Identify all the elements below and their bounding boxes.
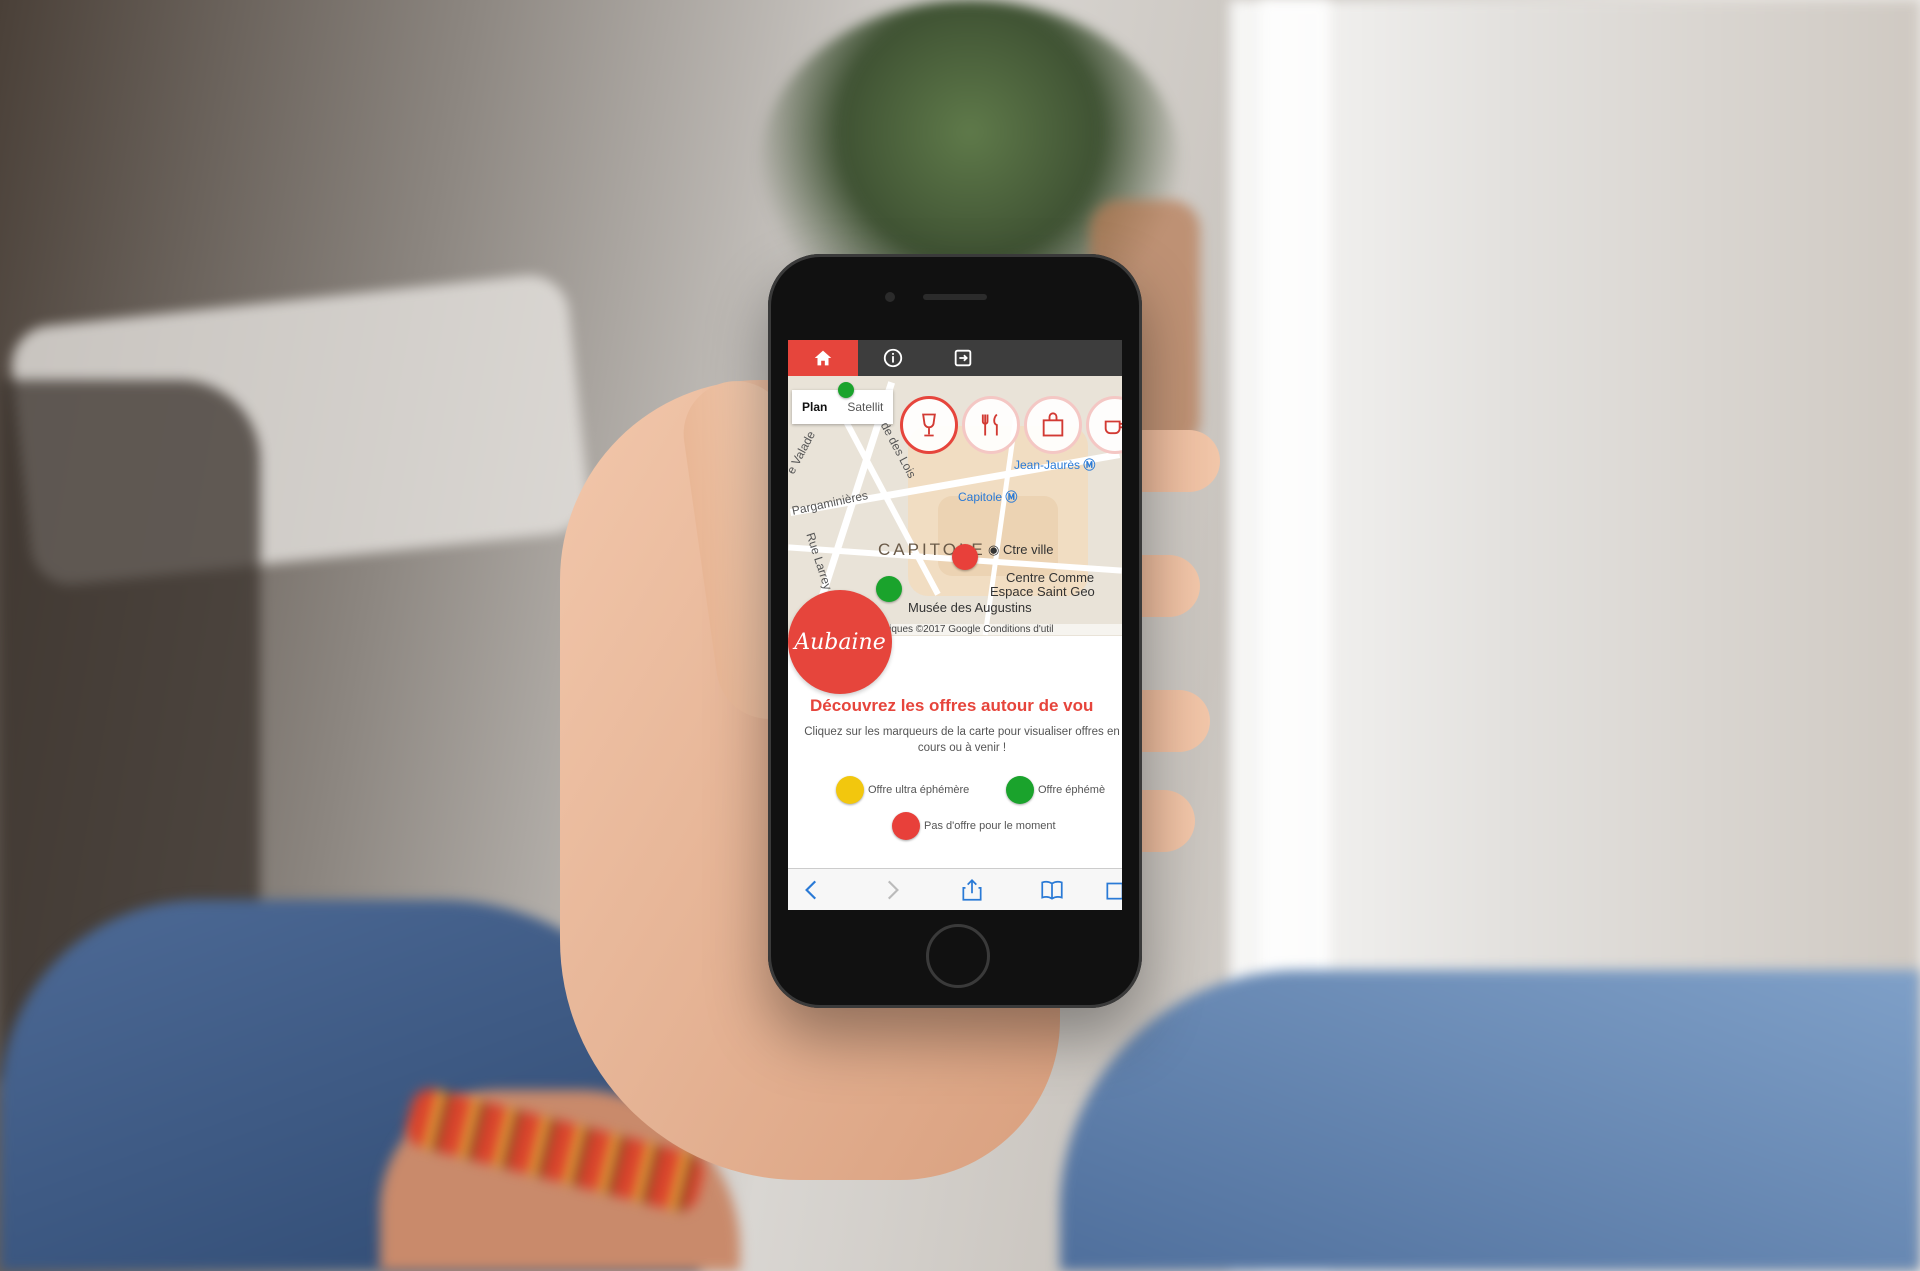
info-icon — [883, 348, 903, 368]
wine-glass-icon — [922, 413, 936, 437]
category-shopping-button[interactable] — [1024, 396, 1082, 454]
category-cafe-button[interactable] — [1086, 396, 1122, 454]
map-label-street: Parga­minières — [790, 488, 870, 518]
map-label-espace: Espace Saint Geo — [990, 584, 1095, 599]
jeans-right — [1060, 970, 1920, 1271]
front-camera — [885, 292, 895, 302]
legend-label: Offre éphémè — [1038, 784, 1106, 796]
legend-dot-green — [1006, 776, 1034, 804]
nav-home-button[interactable] — [788, 340, 858, 376]
nav-info-button[interactable] — [858, 340, 928, 376]
map-label-text: Jean-Jaurès — [1014, 458, 1081, 472]
nav-login-button[interactable] — [928, 340, 998, 376]
poi-icon: ◉ — [988, 542, 1000, 557]
chevron-left-icon — [805, 880, 817, 900]
home-hardware-button[interactable] — [926, 924, 990, 988]
browser-toolbar — [788, 868, 1122, 910]
metro-icon: Ⓜ — [1005, 490, 1018, 504]
map-label-jean-jaures: Jean-Jaurès Ⓜ — [1014, 456, 1095, 473]
browser-forward-button[interactable] — [874, 875, 910, 905]
top-nav-bar — [788, 340, 1122, 376]
map-plan-button[interactable]: Plan — [792, 390, 837, 424]
offer-marker-none[interactable] — [952, 544, 978, 570]
legend-dot-yellow — [836, 776, 864, 804]
chevron-right-icon — [887, 880, 899, 900]
category-restaurant-button[interactable] — [962, 396, 1020, 454]
legend-label: Offre ultra éphémère — [868, 784, 970, 796]
map-label-capitole-station: Capitole Ⓜ — [958, 488, 1017, 505]
cutlery-icon — [981, 413, 998, 436]
legend-dot-red — [892, 812, 920, 840]
map-label-ctre-ville: ◉ Ctre ville — [988, 542, 1054, 558]
intro-text: Cliquez sur les marqueurs de la carte po… — [804, 726, 1120, 754]
map-label-text: Ctre ville — [1002, 542, 1054, 557]
home-icon — [814, 350, 832, 366]
page-title: Découvrez les offres autour de vou — [810, 696, 1094, 715]
map-label-centre: Centre Comme — [1006, 570, 1095, 585]
share-icon — [962, 879, 982, 901]
shopping-bag-icon — [1042, 412, 1064, 437]
metro-icon: Ⓜ — [1083, 458, 1096, 472]
app-screen: Plan Satellit Jean-Jaurès Ⓜ Capitole Ⓜ P… — [788, 340, 1122, 910]
legend-no-offer: Pas d'offre pour le moment — [892, 812, 1056, 840]
smartphone: Plan Satellit Jean-Jaurès Ⓜ Capitole Ⓜ P… — [768, 254, 1142, 1008]
offers-intro-section: Découvrez les offres autour de vou Cliqu… — [788, 636, 1122, 870]
legend-label: Pas d'offre pour le moment — [924, 820, 1056, 832]
legend-ephemeral: Offre éphémè — [1006, 776, 1105, 804]
category-bar-button[interactable] — [900, 396, 958, 454]
map-label-street: e Valade — [788, 428, 819, 477]
map-label-text: Capitole — [958, 490, 1003, 504]
browser-back-button[interactable] — [794, 875, 830, 905]
earpiece-speaker — [923, 294, 987, 300]
offer-marker-ephemeral[interactable] — [876, 576, 902, 602]
offer-marker-ephemeral[interactable] — [838, 382, 854, 398]
sign-in-icon — [954, 349, 972, 367]
coffee-cup-icon — [1104, 420, 1122, 435]
map-label-musee: Musée des Augustins — [908, 600, 1032, 615]
tabs-icon — [1106, 882, 1122, 900]
map-credits: phiques ©2017 Google Conditions d'util — [878, 624, 1122, 635]
legend-ultra-ephemeral: Offre ultra éphémère — [836, 776, 969, 804]
book-icon — [1041, 880, 1063, 900]
browser-bookmarks-button[interactable] — [1034, 875, 1070, 905]
browser-share-button[interactable] — [954, 875, 990, 905]
browser-tabs-button[interactable] — [1098, 875, 1122, 905]
